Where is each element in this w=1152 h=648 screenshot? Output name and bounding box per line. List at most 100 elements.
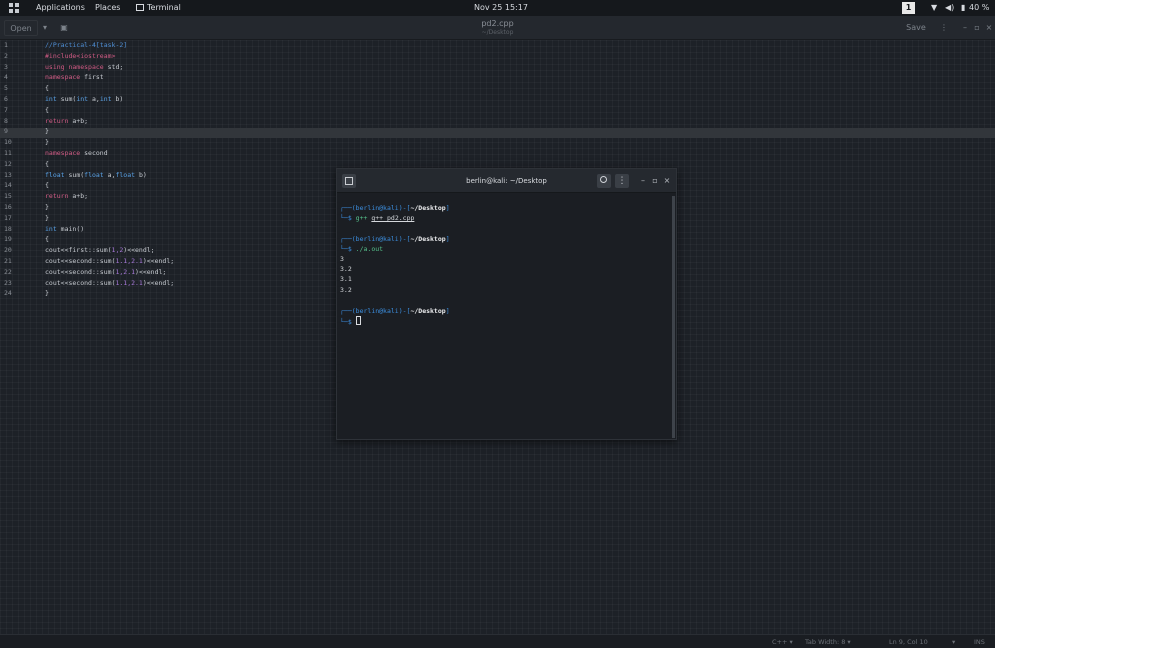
code-token: 1.1,2.1 [115,257,143,265]
code-token: float [84,170,104,179]
terminal-window[interactable]: berlin@kali: ~/Desktop ⋮ – ▫ × ┌──(berli… [336,168,677,440]
code-token: } [45,203,49,211]
code-line: 2 #include<iostream> [0,51,600,62]
line-number: 20 [4,246,12,255]
code-token: return [45,192,69,201]
line-number: 10 [4,138,12,147]
line-number: 11 [4,149,12,157]
line-number: 15 [4,192,12,201]
code-text: } [45,213,49,224]
minimize-icon[interactable]: – [960,20,970,36]
code-text: { [45,105,49,116]
line-number: 5 [4,84,8,93]
command-1-text: g++ pd2.cpp [371,214,415,222]
terminal-maximize-icon[interactable]: ▫ [650,175,660,187]
code-token: } [45,289,49,298]
line-number: 3 [4,62,8,71]
line-number: 4 [4,73,8,82]
code-token: int [45,224,57,233]
line-number: 9 [4,127,8,136]
applications-menu[interactable]: Applications [36,0,85,16]
terminal-minimize-icon[interactable]: – [638,175,648,187]
menu-icon[interactable]: ⋮ [938,20,950,36]
language-selector[interactable]: C++ ▾ [772,635,793,648]
terminal-scrollbar[interactable] [672,196,675,438]
network-icon[interactable]: ▼ [931,0,937,16]
line-number: 21 [4,257,12,265]
code-text: } [45,126,49,137]
line-number: 12 [4,159,12,168]
close-icon[interactable]: × [984,20,994,36]
code-token: cout<<second::sum( [45,257,116,265]
cursor-position[interactable]: Ln 9, Col 10 [889,635,928,648]
code-text: { [45,180,49,191]
line-number: 18 [4,224,12,233]
code-text: } [45,202,49,213]
code-token: cout<<first::sum( [45,246,112,255]
code-text: return a+b; [45,116,88,127]
places-menu[interactable]: Places [95,0,120,16]
volume-icon[interactable]: ◀) [945,0,954,16]
code-text: float sum(float a,float b) [45,170,147,181]
terminal-output[interactable]: ┌──(berlin@kali)-[~/Desktop] └─$ g++ g++… [337,194,676,439]
code-text: int main() [45,224,84,235]
line-number: 1 [4,41,8,49]
code-token: )<<endl; [135,267,167,276]
code-token: #include<iostream> [45,51,116,60]
code-line: 11 namespace second [0,148,600,159]
status-bar: C++ ▾ Tab Width: 8 ▾ Ln 9, Col 10 ▾ INS [0,634,995,648]
code-token: a+b; [68,116,89,125]
prompt-line-3: ┌──(berlin@kali)-[~/Desktop] [340,307,450,315]
code-token: cout<<second::sum( [45,278,116,287]
clock[interactable]: Nov 25 15:17 [474,0,528,16]
workspace-indicator[interactable]: 1 [902,2,915,14]
line-number: 13 [4,170,12,179]
search-icon [600,176,607,183]
code-line: 10} [0,137,600,148]
command-line-2: └─$ ./a.out [340,245,384,253]
prompt-line-2: ┌──(berlin@kali)-[~/Desktop] [340,235,450,243]
battery-icon: ▮ [961,3,966,12]
save-button[interactable]: Save [902,20,930,36]
code-text: cout<<second::sum(1,2.1)<<endl; [45,267,166,278]
maximize-icon[interactable]: ▫ [972,20,982,36]
terminal-menu[interactable]: Terminal [136,0,181,16]
code-token: sum( [56,95,77,103]
code-text: { [45,234,49,245]
code-token: main() [56,224,85,233]
code-token: )<<endl; [123,246,155,255]
command-2-text: ./a.out [355,245,384,253]
document-path: ~/Desktop [481,29,514,36]
code-token: b) [111,95,124,103]
code-token: 1,2 [111,246,124,255]
code-token: float [115,170,136,179]
line-number: 22 [4,267,12,276]
code-line: 7{ [0,105,600,116]
top-panel: Applications Places Terminal Nov 25 15:1… [0,0,995,16]
output-line: 3.2 [340,286,352,294]
code-line: 3 using namespace std; [0,62,600,73]
cursor-position-label: Ln 9, Col 10 [889,638,928,646]
line-number: 16 [4,203,12,211]
code-token: b) [135,170,147,179]
line-number: 17 [4,213,12,222]
code-token: { [45,105,49,114]
app-grid-icon[interactable] [9,3,19,13]
code-token: )<<endl; [142,278,175,287]
code-token: { [45,235,49,244]
line-number: 7 [4,105,8,114]
code-token: 1,2.1 [115,267,136,276]
terminal-close-icon[interactable]: × [662,175,672,187]
position-dropdown-icon[interactable]: ▾ [952,635,955,648]
terminal-menu-button[interactable]: ⋮ [615,174,629,188]
search-button[interactable] [597,174,611,188]
line-number: 8 [4,116,8,125]
line-number: 6 [4,95,8,103]
code-text: } [45,288,49,299]
code-text: cout<<first::sum(1,2)<<endl; [45,245,155,256]
tab-width-label: Tab Width: 8 [805,638,846,646]
tab-width-selector[interactable]: Tab Width: 8 ▾ [805,635,851,648]
code-text: namespace second [45,148,108,159]
code-text: cout<<second::sum(1.1,2.1)<<endl; [45,256,174,267]
language-label: C++ [772,638,788,646]
